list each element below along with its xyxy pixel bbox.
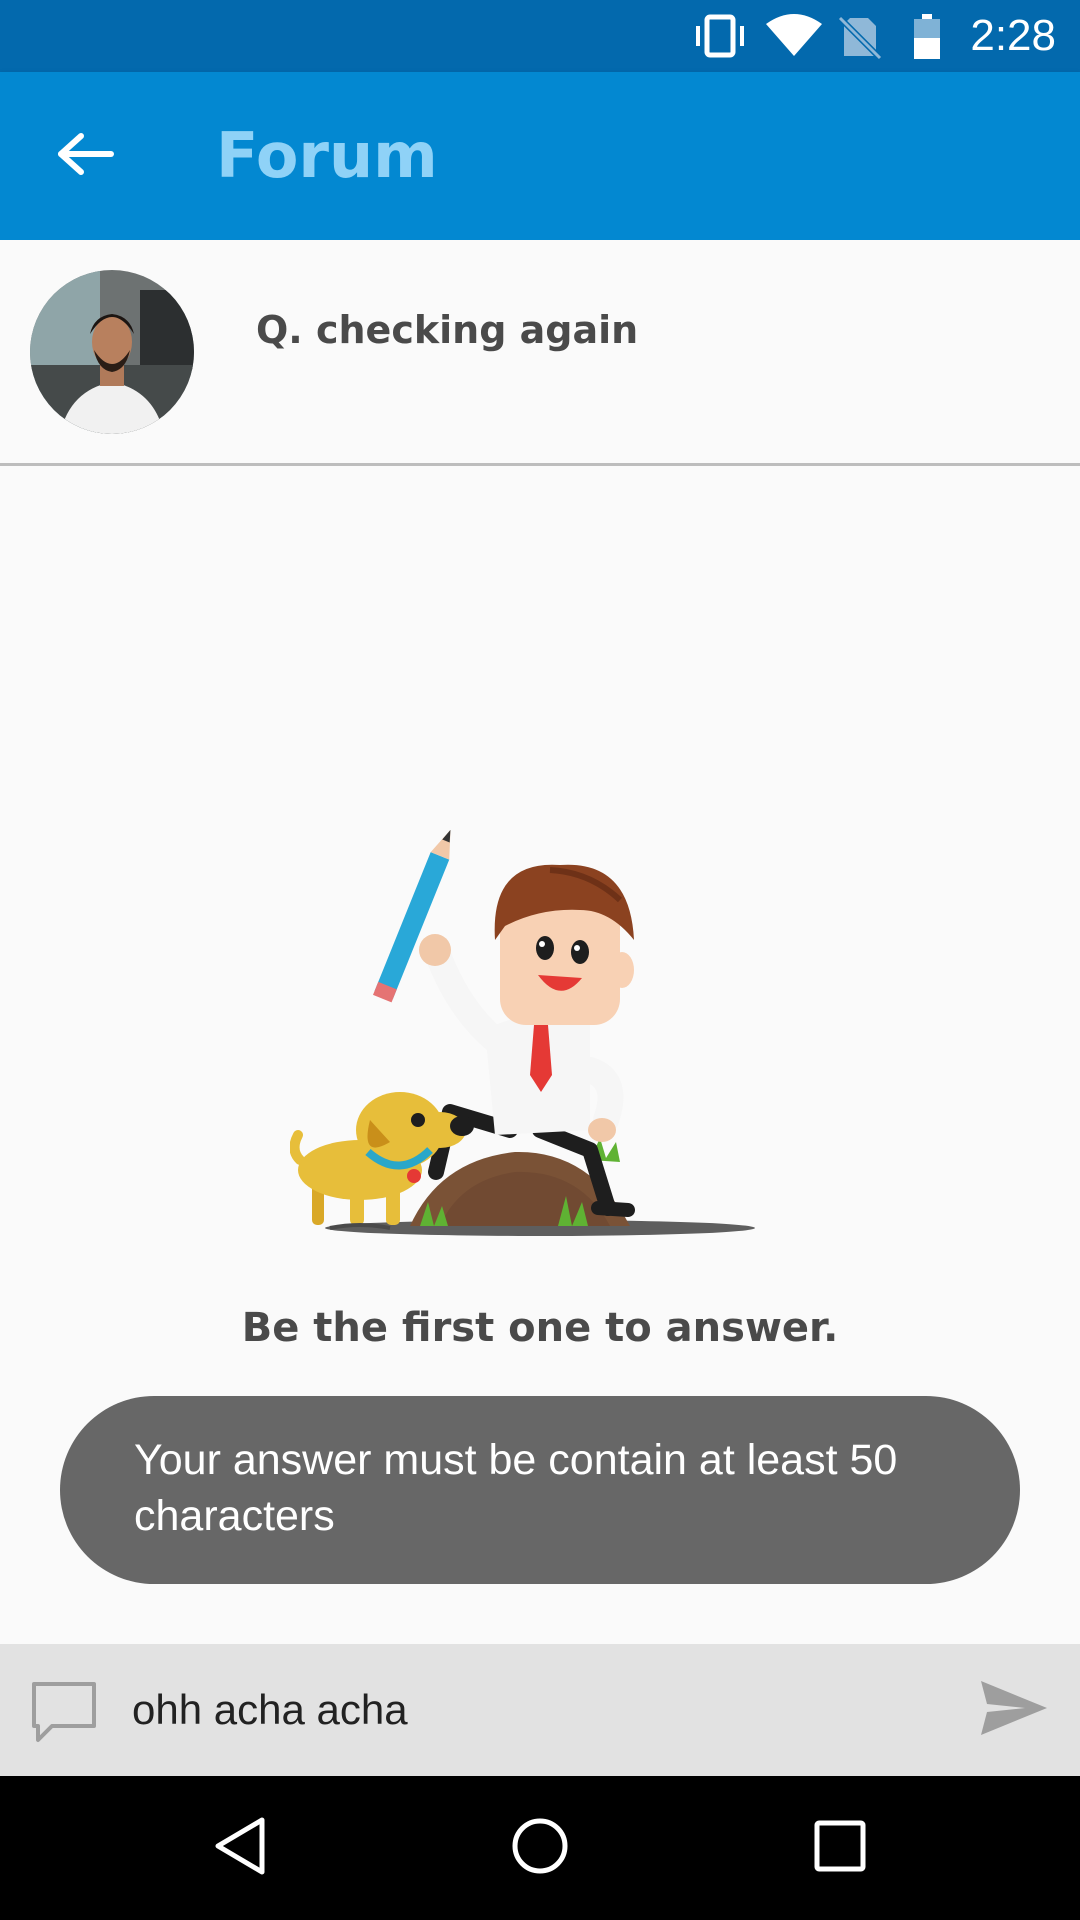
vibrate-icon [692,14,748,62]
empty-state-message: Be the first one to answer. [241,1305,839,1351]
avatar[interactable] [30,270,194,434]
status-time: 2:28 [970,11,1056,60]
nav-home-icon [510,1816,570,1880]
question-card[interactable]: Q. checking again [0,240,1080,466]
send-icon [979,1679,1049,1741]
battery-icon [912,14,942,64]
arrow-left-icon [55,132,115,180]
nav-back-button[interactable] [192,1808,288,1888]
system-nav-bar [0,1776,1080,1920]
question-text: Q. checking again [256,308,639,352]
toast: Your answer must be contain at least 50 … [60,1396,1020,1584]
comment-icon [30,1680,100,1748]
send-button[interactable] [976,1674,1052,1746]
page-title: Forum [216,119,438,192]
empty-state-illustration [289,829,790,1270]
app-bar: Forum [0,72,1080,240]
no-sim-icon [837,14,883,64]
toast-message: Your answer must be contain at least 50 … [134,1436,898,1540]
nav-back-icon [212,1816,268,1880]
nav-recents-button[interactable] [792,1808,888,1888]
answer-input[interactable] [128,1672,928,1748]
nav-home-button[interactable] [492,1808,588,1888]
status-bar: 2:28 [0,0,1080,72]
nav-recents-icon [812,1818,868,1878]
back-button[interactable] [30,110,140,202]
wifi-icon [764,14,824,62]
answer-composer [0,1644,1080,1776]
